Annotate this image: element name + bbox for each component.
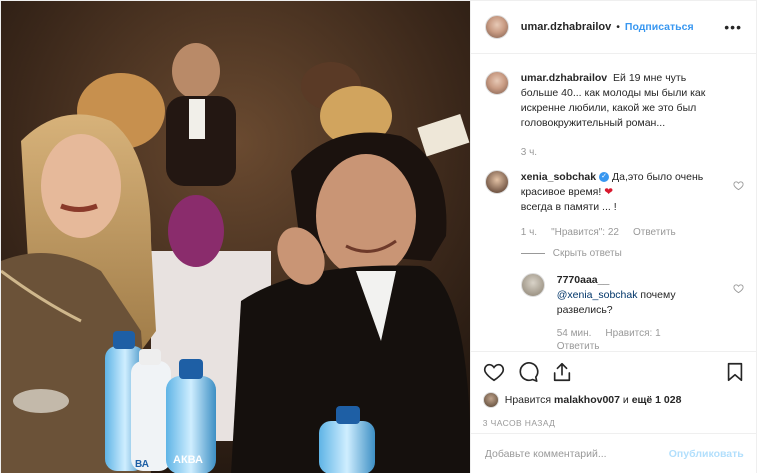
commenter-avatar[interactable] — [484, 170, 509, 194]
post-sidebar: umar.dzhabrailov • Подписаться ••• umar.… — [469, 1, 757, 473]
reply-mention-link[interactable]: @xenia_sobchak — [557, 289, 638, 301]
share-upload-icon[interactable] — [551, 361, 573, 383]
liked-by-and: и — [622, 394, 629, 406]
verified-badge-icon: ✓ — [599, 172, 610, 183]
bottle-label-1: АКВА — [173, 454, 203, 466]
comment-input[interactable] — [484, 448, 669, 460]
likes-summary[interactable]: Нравится malakhov007 и ещё 1 028 — [482, 392, 746, 408]
author-avatar[interactable] — [484, 15, 509, 39]
author-username[interactable]: umar.dzhabrailov — [521, 21, 611, 33]
caption-username[interactable]: umar.dzhabrailov — [521, 72, 607, 84]
hide-replies-label: Скрыть ответы — [552, 248, 622, 259]
reply-row: 7770aaa__ @xenia_sobchak почему развелис… — [520, 273, 744, 318]
comment-item: xenia_sobchak ✓ Да,это было очень красивое… — [484, 170, 744, 215]
caption-meta: 3 ч. — [521, 147, 744, 158]
liker-avatar[interactable] — [482, 392, 499, 408]
reply-meta-2: Ответить — [557, 341, 744, 351]
publish-button[interactable]: Опубликовать — [669, 448, 744, 460]
reply-text: 7770aaa__ @xenia_sobchak почему развелис… — [557, 273, 697, 318]
comment-time[interactable]: 1 ч. — [521, 227, 537, 238]
post-header: umar.dzhabrailov • Подписаться ••• — [470, 1, 756, 54]
divider-line — [520, 253, 545, 254]
add-comment-bar: Опубликовать — [470, 433, 757, 473]
comment-body-end: всегда в памяти ... ! — [520, 201, 617, 213]
post-timestamp[interactable]: 3 часов назад — [483, 418, 746, 428]
caption: umar.dzhabrailov Ей 19 мне чуть больше 4… — [484, 71, 744, 131]
comment-bubble-icon[interactable] — [517, 361, 539, 383]
comment-username[interactable]: xenia_sobchak — [521, 171, 596, 183]
reply-avatar[interactable] — [520, 273, 545, 297]
reply-time[interactable]: 54 мин. — [557, 328, 592, 339]
bookmark-icon[interactable] — [724, 361, 746, 383]
photo-illustration: АКВА ВА — [1, 1, 470, 473]
reply-likes-count[interactable]: Нравится: 1 — [605, 328, 660, 339]
comment-meta: 1 ч. "Нравится": 22 Ответить — [521, 227, 744, 238]
comment-likes-count[interactable]: "Нравится": 22 — [551, 227, 619, 238]
action-icons — [483, 352, 746, 392]
liked-by-user[interactable]: malakhov007 — [554, 394, 620, 406]
like-heart-icon[interactable] — [483, 361, 505, 383]
liked-by-prefix: Нравится — [504, 394, 552, 406]
hide-replies-toggle[interactable]: Скрыть ответы — [520, 248, 744, 259]
like-comment-heart-icon[interactable] — [733, 180, 744, 191]
comment-text: xenia_sobchak ✓ Да,это было очень красивое… — [521, 170, 711, 215]
reply-reply-button[interactable]: Ответить — [557, 341, 600, 351]
red-heart-emoji: ❤ — [604, 186, 614, 198]
reply-item: 7770aaa__ @xenia_sobchak почему развелис… — [520, 273, 744, 351]
caption-time[interactable]: 3 ч. — [521, 147, 537, 158]
reply-meta: 54 мин. Нравится: 1 — [557, 328, 744, 339]
post-actions: Нравится malakhov007 и ещё 1 028 3 часов… — [470, 351, 757, 428]
header-separator: • — [616, 21, 620, 33]
more-options-icon[interactable]: ••• — [724, 19, 742, 35]
liked-by-more[interactable]: ещё 1 028 — [632, 394, 682, 406]
comment-reply-button[interactable]: Ответить — [633, 227, 676, 238]
post-photo[interactable]: АКВА ВА — [1, 1, 470, 473]
bottle-label-2: ВА — [135, 459, 149, 470]
instagram-post: АКВА ВА umar.dzhabrailov • Подписаться •… — [0, 0, 757, 473]
comments-list[interactable]: umar.dzhabrailov Ей 19 мне чуть больше 4… — [471, 55, 757, 351]
caption-text: umar.dzhabrailov Ей 19 мне чуть больше 4… — [521, 71, 711, 131]
follow-button[interactable]: Подписаться — [625, 21, 694, 33]
like-reply-heart-icon[interactable] — [733, 283, 744, 294]
caption-avatar[interactable] — [484, 71, 509, 95]
reply-username[interactable]: 7770aaa__ — [557, 274, 610, 286]
